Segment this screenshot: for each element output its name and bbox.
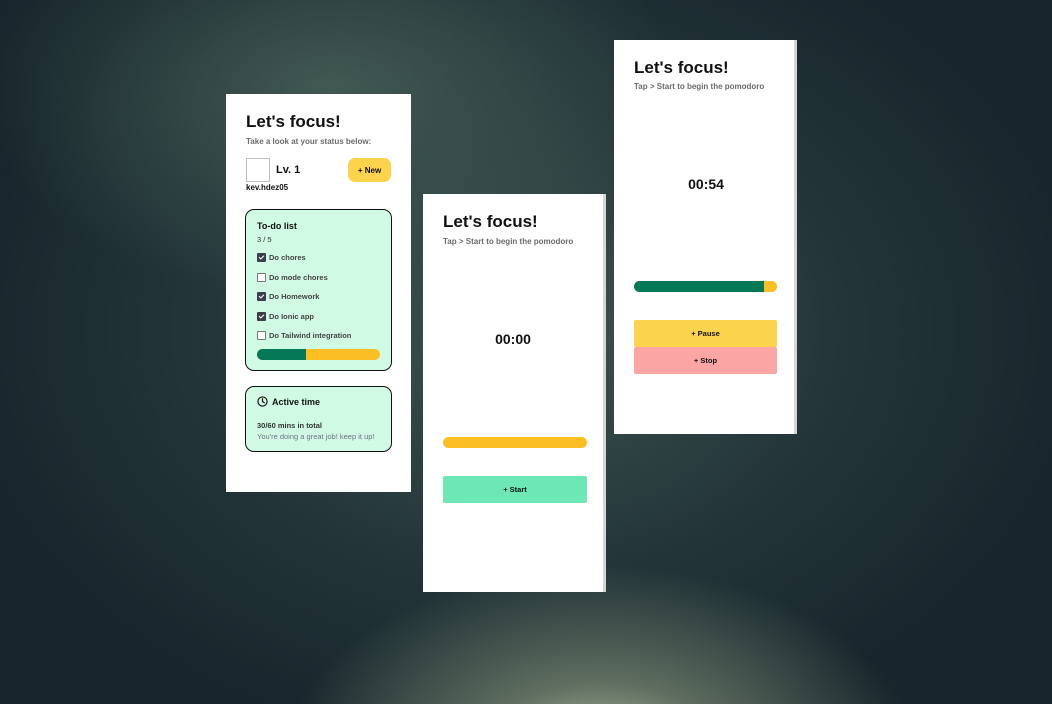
todo-count: 3 / 5 bbox=[257, 235, 272, 244]
todo-progress-bar bbox=[257, 349, 380, 360]
checkbox[interactable] bbox=[257, 291, 266, 301]
todo-card: To-do list 3 / 5 Do chores Do mode chore… bbox=[245, 209, 392, 371]
pomodoro-idle-screen: Let's focus! Tap > Start to begin the po… bbox=[423, 194, 603, 592]
avatar bbox=[246, 158, 270, 182]
page-title: Let's focus! bbox=[443, 212, 538, 231]
start-button[interactable]: + Start bbox=[443, 476, 587, 503]
checkbox[interactable] bbox=[257, 272, 266, 282]
page-title: Let's focus! bbox=[246, 112, 341, 131]
timer-display: 00:54 bbox=[688, 176, 724, 192]
todo-item-label: Do chores bbox=[269, 252, 306, 262]
todo-item-label: Do mode chores bbox=[269, 272, 328, 282]
stop-button[interactable]: + Stop bbox=[634, 347, 777, 374]
todo-item-label: Do Homework bbox=[269, 291, 320, 301]
clock-icon bbox=[257, 396, 268, 407]
todo-item-label: Do Ionic app bbox=[269, 311, 314, 321]
page-subtitle: Tap > Start to begin the pomodoro bbox=[443, 237, 574, 246]
active-time-total: 30/60 mins in total bbox=[257, 421, 323, 430]
new-task-button[interactable]: + New bbox=[348, 158, 391, 182]
user-level: Lv. 1 bbox=[276, 164, 301, 176]
timer-display: 00:00 bbox=[495, 331, 531, 347]
active-time-title: Active time bbox=[272, 397, 321, 407]
pomodoro-progress-bar bbox=[634, 281, 777, 292]
checkbox[interactable] bbox=[257, 330, 266, 340]
todo-item[interactable]: Do Tailwind integration bbox=[257, 329, 351, 341]
todo-title: To-do list bbox=[257, 221, 297, 231]
todo-item[interactable]: Do mode chores bbox=[257, 271, 328, 283]
active-time-message: You're doing a great job! keep it up! bbox=[257, 432, 375, 441]
status-screen: Let's focus! Take a look at your status … bbox=[226, 94, 411, 492]
todo-progress-fill bbox=[257, 349, 307, 360]
pomodoro-progress-bar bbox=[443, 437, 587, 448]
active-time-card: Active time 30/60 mins in total You're d… bbox=[245, 386, 392, 452]
pause-button[interactable]: + Pause bbox=[634, 320, 777, 347]
page-title: Let's focus! bbox=[634, 58, 729, 77]
todo-item[interactable]: Do Ionic app bbox=[257, 310, 314, 322]
checkbox[interactable] bbox=[257, 252, 266, 262]
pomodoro-running-screen: Let's focus! Tap > Start to begin the po… bbox=[614, 40, 794, 434]
todo-item[interactable]: Do Homework bbox=[257, 290, 319, 302]
todo-item[interactable]: Do chores bbox=[257, 251, 306, 263]
username: kev.hdez05 bbox=[246, 183, 289, 192]
page-subtitle: Take a look at your status below: bbox=[246, 137, 372, 146]
page-subtitle: Tap > Start to begin the pomodoro bbox=[634, 82, 765, 91]
pomodoro-progress-fill bbox=[634, 281, 765, 292]
todo-item-label: Do Tailwind integration bbox=[269, 330, 352, 340]
checkbox[interactable] bbox=[257, 311, 266, 321]
